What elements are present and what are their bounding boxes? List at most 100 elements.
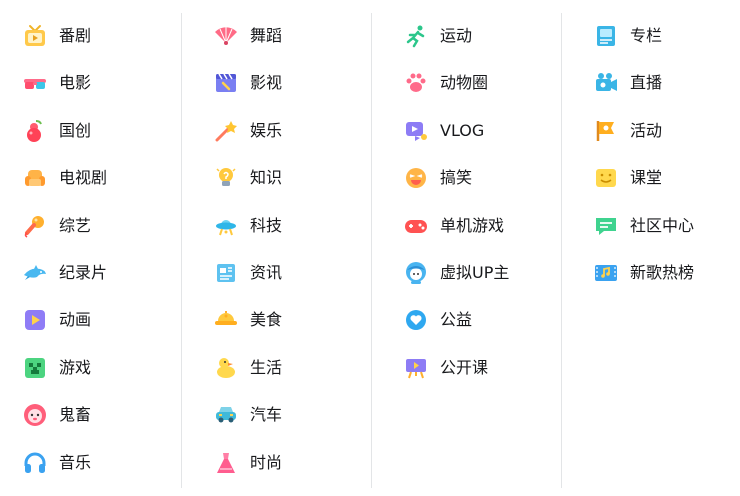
category-label: 动物圈: [440, 73, 489, 93]
category-label: 舞蹈: [250, 26, 283, 45]
category-item[interactable]: 虚拟UP主: [403, 257, 509, 289]
category-label: 番剧: [59, 26, 92, 45]
category-item[interactable]: 舞蹈: [213, 20, 282, 52]
category-label: 电视剧: [59, 168, 108, 188]
category-label: 美食: [250, 310, 283, 330]
category-item[interactable]: 运动: [403, 20, 472, 52]
category-label: 直播: [630, 73, 663, 93]
gamepad-icon: [403, 213, 429, 239]
category-item[interactable]: 游戏: [22, 352, 91, 384]
category-label: 单机游戏: [440, 215, 505, 235]
lion-face-icon: [22, 402, 48, 428]
category-item[interactable]: 汽车: [213, 399, 282, 431]
category-item[interactable]: 动物圈: [403, 67, 488, 99]
category-label: 音乐: [59, 452, 92, 472]
category-label: 运动: [440, 26, 473, 45]
category-item[interactable]: 公益: [403, 304, 472, 336]
classroom-icon: [593, 165, 619, 191]
category-label: 电影: [59, 73, 92, 93]
category-label: 综艺: [59, 215, 92, 235]
virtual-avatar-icon: [403, 260, 429, 286]
magic-wand-icon: [213, 118, 239, 144]
headphones-icon: [22, 450, 48, 476]
category-label: 虚拟UP主: [440, 263, 510, 282]
category-label: 课堂: [630, 168, 663, 188]
category-item[interactable]: 公开课: [403, 352, 488, 384]
category-item[interactable]: 新歌热榜: [593, 257, 694, 289]
gourd-icon: [22, 118, 48, 144]
category-column-1: 番剧电影国创电视剧综艺纪录片动画游戏鬼畜音乐: [0, 13, 181, 488]
category-item[interactable]: 电影: [22, 67, 91, 99]
camera-icon: [593, 70, 619, 96]
category-item[interactable]: 资讯: [213, 257, 282, 289]
3d-glasses-icon: [22, 70, 48, 96]
vlog-icon: [403, 118, 429, 144]
charity-heart-icon: [403, 307, 429, 333]
chat-bubble-icon: [593, 213, 619, 239]
newspaper-icon: [213, 260, 239, 286]
category-label: 知识: [250, 168, 283, 188]
sofa-icon: [22, 165, 48, 191]
category-item[interactable]: 鬼畜: [22, 399, 91, 431]
category-item[interactable]: 影视: [213, 67, 282, 99]
fan-icon: [213, 23, 239, 49]
play-icon: [22, 307, 48, 333]
category-label: 科技: [250, 215, 283, 235]
food-icon: [213, 307, 239, 333]
category-item[interactable]: 国创: [22, 115, 91, 147]
category-label: 纪录片: [59, 263, 108, 282]
category-item[interactable]: 直播: [593, 67, 662, 99]
category-item[interactable]: 电视剧: [22, 162, 107, 194]
category-grid: 番剧电影国创电视剧综艺纪录片动画游戏鬼畜音乐 舞蹈影视娱乐知识科技资讯美食生活汽…: [0, 0, 740, 496]
category-label: 新歌热榜: [630, 263, 695, 282]
lightbulb-icon: [213, 165, 239, 191]
flag-icon: [593, 118, 619, 144]
category-item[interactable]: 活动: [593, 115, 662, 147]
category-item[interactable]: 知识: [213, 162, 282, 194]
runner-icon: [403, 23, 429, 49]
category-label: 汽车: [250, 405, 283, 425]
book-icon: [593, 23, 619, 49]
lecture-board-icon: [403, 355, 429, 381]
laughing-face-icon: [403, 165, 429, 191]
dolphin-icon: [22, 260, 48, 286]
category-label: 鬼畜: [59, 405, 92, 425]
category-label: 国创: [59, 120, 92, 140]
category-label: 社区中心: [630, 215, 695, 235]
category-column-3: 运动动物圈 VLOG 搞笑单机游戏虚拟UP主公益公开课: [371, 13, 562, 488]
car-icon: [213, 402, 239, 428]
music-film-icon: [593, 260, 619, 286]
category-item[interactable]: 动画: [22, 304, 91, 336]
category-label: 活动: [630, 120, 663, 140]
category-label: 搞笑: [440, 168, 473, 188]
category-label: 娱乐: [250, 120, 283, 140]
category-item[interactable]: 音乐: [22, 447, 91, 479]
creeper-icon: [22, 355, 48, 381]
clapper-icon: [213, 70, 239, 96]
duck-icon: [213, 355, 239, 381]
category-item[interactable]: 专栏: [593, 20, 662, 52]
category-item[interactable]: 生活: [213, 352, 282, 384]
category-item[interactable]: 娱乐: [213, 115, 282, 147]
category-item[interactable]: 搞笑: [403, 162, 472, 194]
category-item[interactable]: 课堂: [593, 162, 662, 194]
tv-icon: [22, 23, 48, 49]
category-label: 动画: [59, 310, 92, 330]
category-item[interactable]: 科技: [213, 210, 282, 242]
category-label: 公益: [440, 310, 473, 330]
category-item[interactable]: VLOG: [403, 115, 484, 147]
category-label: 生活: [250, 357, 283, 377]
dress-icon: [213, 450, 239, 476]
category-item[interactable]: 番剧: [22, 20, 91, 52]
category-item[interactable]: 时尚: [213, 447, 282, 479]
category-item[interactable]: 美食: [213, 304, 282, 336]
category-item[interactable]: 单机游戏: [403, 210, 504, 242]
category-label: 专栏: [630, 26, 663, 45]
paw-icon: [403, 70, 429, 96]
category-label: 资讯: [250, 263, 283, 282]
category-label: 公开课: [440, 357, 489, 377]
category-column-2: 舞蹈影视娱乐知识科技资讯美食生活汽车时尚: [181, 13, 372, 488]
category-item[interactable]: 纪录片: [22, 257, 107, 289]
category-item[interactable]: 综艺: [22, 210, 91, 242]
category-item[interactable]: 社区中心: [593, 210, 694, 242]
